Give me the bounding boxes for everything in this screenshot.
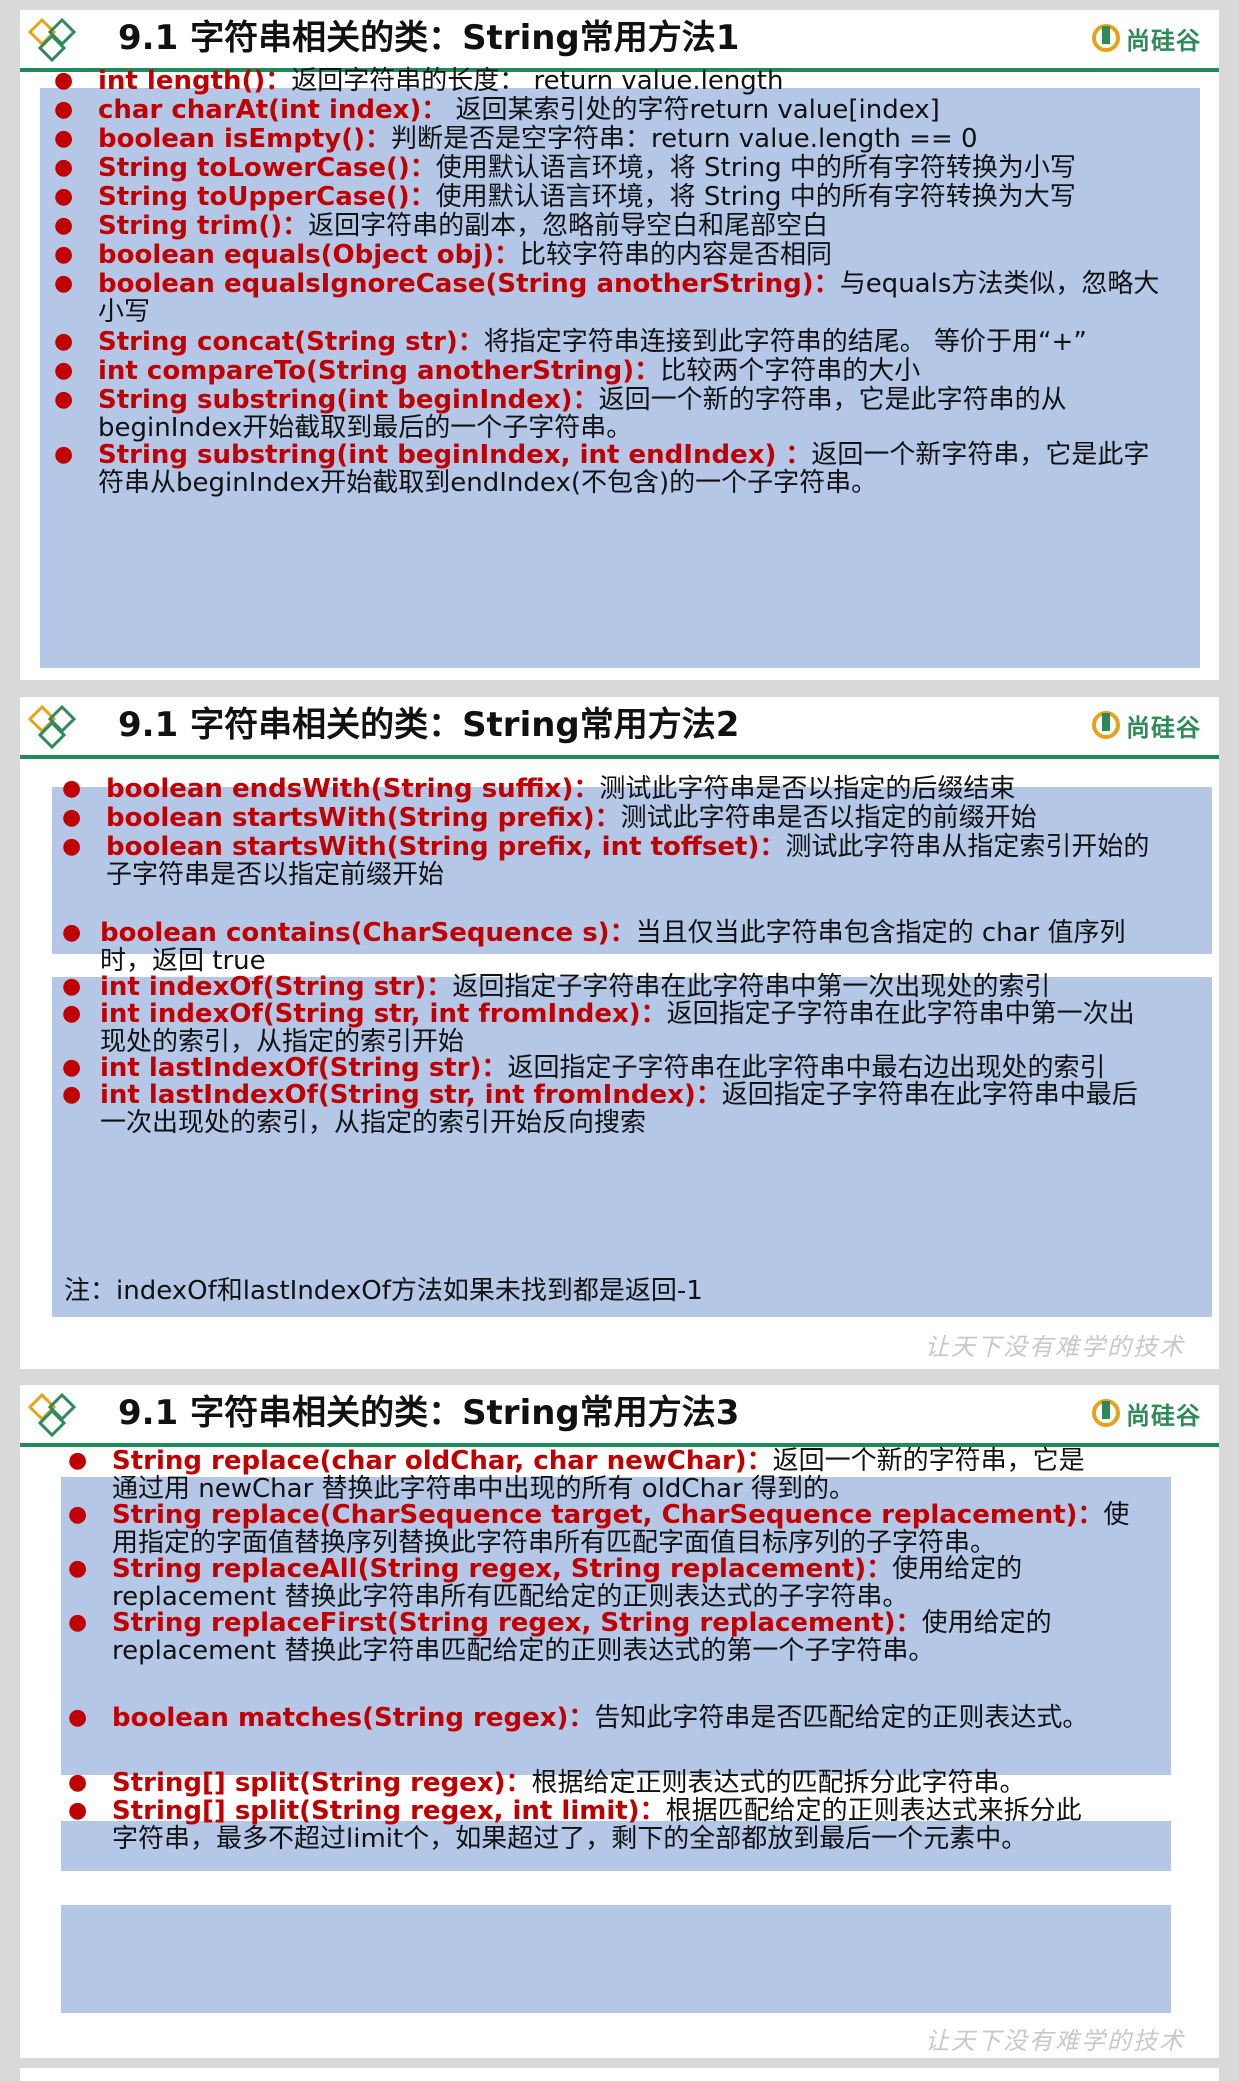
method-description: 告知此字符串是否匹配给定的正则表达式。 [594,1703,1089,1733]
slide-header: 9.1 字符串相关的类：String常用方法3 尚硅谷 [20,1385,1219,1447]
watermark: 让天下没有难学的技术 [925,2027,1185,2055]
next-slide-peek [20,2068,1219,2081]
brand-logo: 尚硅谷 [1092,707,1201,743]
logo-diamond-icon [28,704,77,750]
logo-diamond-icon [28,1392,77,1438]
method-signature: boolean equalsIgnoreCase(String anotherS… [98,269,840,299]
method-description: 返回一个新的字符串，它是此字符串的从 [598,385,1067,415]
slide-2: 9.1 字符串相关的类：String常用方法2 尚硅谷 ● boolean end… [20,697,1219,1369]
method-description: 使用给定的 [892,1554,1023,1584]
slide-header: 9.1 字符串相关的类：String常用方法2 尚硅谷 [20,697,1219,759]
method-description: 使用给定的 [921,1608,1052,1638]
method-description: 与equals方法类似，忽略大 [839,269,1160,299]
method-description-continued: replacement 替换此字符串匹配给定的正则表达式的第一个子字符串。 [112,1636,935,1666]
brand-name: 尚硅谷 [1126,713,1201,742]
method-description: 当且仅当此字符串包含指定的 char 值序列 [635,918,1126,948]
methods-box-3 [61,1905,1171,2013]
method-description: 使 [1103,1500,1130,1530]
method-signature: boolean matches(String regex)： [112,1703,595,1733]
method-item: boolean matches(String regex)：告知此字符串是否匹配… [112,1700,1162,1736]
method-description: 返回指定子字符串在此字符串中最后 [721,1080,1138,1110]
method-description-continued: 字符串，最多不超过limit个，如果超过了，剩下的全部都放到最后一个元素中。 [112,1824,1028,1854]
slide-title: 9.1 字符串相关的类：String常用方法2 [118,705,740,745]
method-description-continued: 子字符串是否以指定前缀开始 [106,860,445,890]
brand-name: 尚硅谷 [1126,1401,1201,1430]
method-description-continued: 符串从beginIndex开始截取到endIndex(不包含)的一个子字符串。 [98,468,878,498]
method-description: 返回指定子字符串在此字符串中第一次出 [666,999,1135,1029]
brand-mark-icon [1092,1399,1120,1427]
slide-1: 9.1 字符串相关的类：String常用方法1 尚硅谷 ● int length(… [20,10,1219,680]
brand-logo: 尚硅谷 [1092,20,1201,56]
brand-mark-icon [1092,711,1120,739]
slide-title: 9.1 字符串相关的类：String常用方法3 [118,1393,740,1433]
slide-title: 9.1 字符串相关的类：String常用方法1 [118,18,740,58]
method-item: boolean equalsIgnoreCase(String anotherS… [98,266,1198,302]
brand-logo: 尚硅谷 [1092,1395,1201,1431]
slide-3: 9.1 字符串相关的类：String常用方法3 尚硅谷 ● String repl… [20,1385,1219,2058]
note-text: 注：indexOf和lastIndexOf方法如果未找到都是返回-1 [64,1276,703,1306]
brand-mark-icon [1092,24,1120,52]
brand-name: 尚硅谷 [1126,26,1201,55]
watermark: 让天下没有难学的技术 [925,1333,1185,1361]
method-description: 测试此字符串从指定索引开始的 [785,832,1150,862]
logo-diamond-icon [28,17,77,63]
method-description-continued: 一次出现处的索引，从指定的索引开始反向搜索 [100,1108,647,1138]
